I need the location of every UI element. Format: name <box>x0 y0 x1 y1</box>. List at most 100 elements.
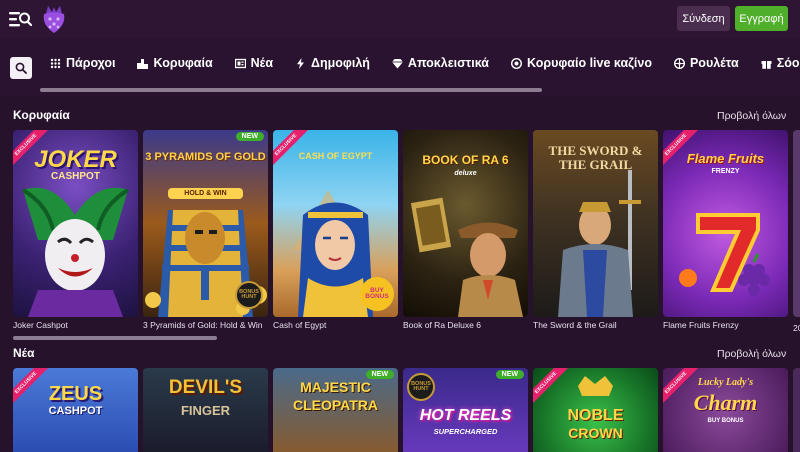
tab-popular[interactable]: Δημοφιλή <box>295 56 370 70</box>
game-art-subtitle: FRENZY <box>711 168 740 175</box>
game-card-partial[interactable] <box>793 130 800 317</box>
game-card[interactable]: THE SWORD & THE GRAIL The Sword & the Gr… <box>533 130 658 330</box>
tab-label: Νέα <box>250 56 274 70</box>
new-icon <box>234 58 246 68</box>
section-title-new: Νέα <box>13 346 35 360</box>
game-art-title: HOT REELS <box>419 407 512 424</box>
game-thumbnail: Lucky Lady's Charm BUY BONUS EXCLUSIVE <box>663 368 788 452</box>
game-thumbnail: BONUS HUNT HOT REELS SUPERCHARGED NEW <box>403 368 528 452</box>
game-thumbnail: THE SWORD & THE GRAIL <box>533 130 658 317</box>
game-art-title: Flame Fruits <box>686 151 765 166</box>
search-icon <box>15 62 27 74</box>
game-title: Cash of Egypt <box>273 320 327 330</box>
tab-label: Ρουλέτα <box>689 56 739 70</box>
game-art-title: THE SWORD & THE GRAIL <box>548 143 643 173</box>
game-art-subtitle: CASHPOT <box>48 405 103 417</box>
game-art-subtitle: CLEOPATRA <box>292 397 379 413</box>
new-badge: NEW <box>235 132 264 141</box>
game-art-subtitle: CASHPOT <box>51 171 100 182</box>
game-title: Joker Cashpot <box>13 320 68 330</box>
game-card[interactable]: BOOK OF RA 6 deluxe Book of Ra Deluxe 6 <box>403 130 528 330</box>
tab-label: Κορυφαία <box>153 56 213 70</box>
tab-exclusive[interactable]: Αποκλειστικά <box>391 56 489 70</box>
game-title: 3 Pyramids of Gold: Hold & Win <box>143 320 263 330</box>
game-card[interactable]: ZEUS CASHPOT EXCLUSIVE <box>13 368 138 452</box>
tab-top[interactable]: Κορυφαία <box>137 56 213 70</box>
game-card[interactable]: Flame Fruits FRENZY EXCLUSIVE Flame Frui… <box>663 130 788 330</box>
tab-roulette[interactable]: Ρουλέτα <box>673 56 739 70</box>
gift-icon <box>761 60 772 69</box>
register-button[interactable]: Εγγραφή <box>735 6 788 31</box>
game-art-subtitle: Charm <box>693 390 758 415</box>
category-scrollbar[interactable] <box>40 88 542 92</box>
tab-label: Δημοφιλή <box>311 56 370 70</box>
game-card[interactable]: 3 PYRAMIDS OF GOLD HOLD & WIN NEW BONUS … <box>143 130 268 330</box>
menu-search-icon[interactable] <box>8 9 32 29</box>
tab-label: Αποκλειστικά <box>407 56 489 70</box>
brand-logo-icon[interactable] <box>40 3 68 35</box>
game-art-title: JOKER <box>34 146 117 173</box>
game-thumbnail: Flame Fruits FRENZY EXCLUSIVE <box>663 130 788 317</box>
bolt-icon <box>297 57 305 69</box>
game-thumbnail: ZEUS CASHPOT EXCLUSIVE <box>13 368 138 452</box>
game-title-partial: 20 <box>793 323 800 333</box>
diamond-icon <box>391 58 403 68</box>
game-art-title: MAJESTIC <box>300 379 371 395</box>
game-title: Flame Fruits Frenzy <box>663 320 739 330</box>
new-badge: NEW <box>495 370 524 379</box>
game-art-title: BOOK OF RA 6 <box>422 153 509 167</box>
game-art-subtitle: SUPERCHARGED <box>433 427 498 436</box>
tab-label: Κορυφαίο live καζίνο <box>526 56 652 70</box>
new-badge: NEW <box>365 370 394 379</box>
game-card[interactable]: MAJESTIC CLEOPATRA NEW <box>273 368 398 452</box>
game-thumbnail: MAJESTIC CLEOPATRA NEW <box>273 368 398 452</box>
login-button[interactable]: Σύνδεση <box>677 6 730 31</box>
game-art-subtitle: FINGER <box>180 403 231 418</box>
grid-icon <box>50 58 61 68</box>
tab-providers[interactable]: Πάροχοι <box>50 56 115 70</box>
section-title-top: Κορυφαία <box>13 108 70 122</box>
game-thumbnail: 3 PYRAMIDS OF GOLD HOLD & WIN NEW BONUS … <box>143 130 268 317</box>
game-thumbnail: CASH OF EGYPT EXCLUSIVE BUY BONUS <box>273 130 398 317</box>
podium-icon <box>137 58 149 69</box>
game-thumbnail: NOBLE CROWN EXCLUSIVE <box>533 368 658 452</box>
game-art-subtitle: HOLD & WIN <box>168 188 243 199</box>
bonus-hunt-badge: BONUS HUNT <box>235 281 263 309</box>
category-tabs: Πάροχοι Κορυφαία Νέα Δημοφιλή Αποκλειστι… <box>50 56 800 70</box>
view-all-link[interactable]: Προβολή όλων <box>717 348 786 360</box>
game-card[interactable]: NOBLE CROWN EXCLUSIVE <box>533 368 658 452</box>
game-card-partial[interactable] <box>793 368 800 452</box>
tab-game-shows[interactable]: Σόου παιχ <box>761 56 800 70</box>
game-card[interactable]: CASH OF EGYPT EXCLUSIVE BUY BONUS Cash o… <box>273 130 398 330</box>
game-card[interactable]: BONUS HUNT HOT REELS SUPERCHARGED NEW <box>403 368 528 452</box>
game-art-subtitle: CROWN <box>568 425 623 441</box>
new-games-row: ZEUS CASHPOT EXCLUSIVE DEVIL'S FINGER MA… <box>13 368 788 452</box>
bonus-hunt-badge: BONUS HUNT <box>407 373 435 401</box>
game-art-title: ZEUS <box>48 383 103 405</box>
game-art-title: DEVIL'S <box>168 377 243 398</box>
game-title: Book of Ra Deluxe 6 <box>403 320 481 330</box>
game-thumbnail: JOKER CASHPOT EXCLUSIVE <box>13 130 138 317</box>
game-art-title: CASH OF EGYPT <box>298 151 373 161</box>
game-title: The Sword & the Grail <box>533 320 617 330</box>
game-art-title: NOBLE <box>567 407 624 424</box>
tab-label: Πάροχοι <box>66 56 116 70</box>
game-art-tagline: BUY BONUS <box>707 418 744 424</box>
top-games-scrollbar[interactable] <box>13 336 217 340</box>
game-art-subtitle: deluxe <box>454 170 477 177</box>
game-thumbnail: BOOK OF RA 6 deluxe <box>403 130 528 317</box>
view-all-link[interactable]: Προβολή όλων <box>717 110 786 122</box>
game-card[interactable]: JOKER CASHPOT EXCLUSIVE Joker Cashpot <box>13 130 138 330</box>
game-card[interactable]: DEVIL'S FINGER <box>143 368 268 452</box>
tab-label: Σόου παιχ <box>776 56 800 70</box>
search-button[interactable] <box>10 57 32 79</box>
chip-icon <box>510 57 522 69</box>
tab-new[interactable]: Νέα <box>234 56 274 70</box>
game-card[interactable]: Lucky Lady's Charm BUY BONUS EXCLUSIVE <box>663 368 788 452</box>
tab-top-live-casino[interactable]: Κορυφαίο live καζίνο <box>510 56 652 70</box>
game-thumbnail: DEVIL'S FINGER <box>143 368 268 452</box>
game-art-title: 3 PYRAMIDS OF GOLD <box>145 151 266 163</box>
buy-bonus-badge: BUY BONUS <box>360 277 394 311</box>
roulette-icon <box>673 57 685 69</box>
top-games-row: JOKER CASHPOT EXCLUSIVE Joker Cashpot 3 … <box>13 130 788 330</box>
